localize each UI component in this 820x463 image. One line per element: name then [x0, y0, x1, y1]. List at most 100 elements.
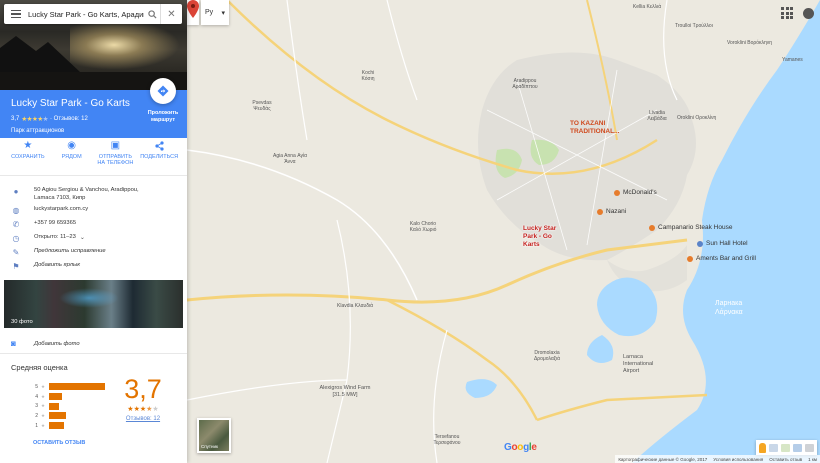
map-label-oroklini: Oroklini Οροκλίνη: [677, 115, 717, 121]
layer-thumb[interactable]: [781, 443, 790, 452]
star-icon: ★: [41, 383, 46, 389]
pegman-icon[interactable]: [759, 442, 766, 453]
satellite-label: Спутник: [201, 444, 218, 449]
language-value: Ру: [205, 9, 214, 16]
add-label-row[interactable]: ⚑ Добавить ярлык: [0, 262, 187, 276]
location-pin-icon[interactable]: [187, 0, 199, 18]
hotel-icon: [697, 241, 703, 248]
map-controls[interactable]: [756, 440, 817, 455]
poi-aments[interactable]: Aments Bar and Grill: [687, 255, 756, 263]
star-icon: ★: [41, 393, 46, 399]
poi-campanario[interactable]: Campanario Steak House: [649, 224, 732, 232]
suggest-edit-row[interactable]: ✎ Предложить исправление: [0, 248, 187, 262]
action-bar: ★ СОХРАНИТЬ ◉ РЯДОМ ▣ ОТПРАВИТЬ НА ТЕЛЕФ…: [0, 140, 187, 176]
poi-nazani[interactable]: Nazani: [597, 208, 626, 216]
divider: [0, 353, 187, 354]
nearby-button[interactable]: ◉ РЯДОМ: [52, 140, 92, 175]
directions-icon: [157, 85, 169, 97]
photo-strip[interactable]: 30 фото: [4, 280, 183, 328]
website-row[interactable]: ◍ luckystarpark.com.cy: [0, 206, 187, 220]
google-logo: Google: [504, 442, 537, 453]
star-icon: ★: [41, 412, 46, 418]
map-canvas[interactable]: ‹ Ру ▾ Kellia Κελλιά Troulloi Τρούλλοι V…: [187, 0, 820, 463]
place-panel: ✕ Lucky Star Park - Go Karts 3,7 ★★★★★ ·…: [0, 0, 187, 463]
add-photo-row[interactable]: ◙ Добавить фото: [11, 339, 80, 348]
layer-thumb[interactable]: [793, 443, 802, 452]
apps-grid-icon[interactable]: [781, 7, 793, 19]
search-input[interactable]: [28, 9, 144, 19]
reviews-count-link[interactable]: Отзывов: 12: [118, 416, 168, 422]
histogram-row: 2 ★: [33, 411, 108, 421]
hours-row[interactable]: ◷ Открыто: 11–23 ⌄: [0, 234, 187, 248]
poi-sun-hall[interactable]: Sun Hall Hotel: [697, 240, 748, 248]
histogram-bar: [49, 422, 65, 430]
map-label-troulloi: Troulloi Τρούλλοι: [675, 23, 713, 29]
map-label-tersefanou: Tersefanou Τερσεφάνου: [433, 434, 461, 447]
map-label-kalo-chorio: Kalo Chorio Καλό Χωριό: [409, 221, 437, 234]
poi-label: Campanario Steak House: [658, 224, 733, 231]
histogram-bar: [49, 393, 63, 401]
place-category[interactable]: Парк аттракционов: [11, 128, 177, 134]
address-text: 50 Agiou Sergiou & Vanchou, Aradippou, L…: [34, 187, 139, 201]
clock-icon: ◷: [12, 234, 20, 243]
poi-label: TO KAZANI TRADITIONAL...: [570, 120, 620, 136]
map-label-kellia: Kellia Κελλιά: [632, 4, 662, 10]
action-label: ОТПРАВИТЬ НА ТЕЛЕФОН: [97, 154, 134, 167]
chevron-down-icon[interactable]: ⌄: [80, 234, 85, 241]
layer-thumb[interactable]: [769, 443, 778, 452]
language-select[interactable]: Ру ▾: [201, 0, 229, 25]
poi-to-kazani[interactable]: TO KAZANI TRADITIONAL...: [570, 120, 636, 136]
pencil-icon: ✎: [12, 248, 20, 257]
website-link[interactable]: luckystarpark.com.cy: [34, 206, 88, 214]
poi-mcdonalds[interactable]: McDonald's: [614, 189, 657, 197]
rating-value: 3,7: [11, 116, 20, 122]
histogram-bar: [49, 402, 60, 410]
photo-count: 30 фото: [11, 319, 33, 325]
share-button[interactable]: ПОДЕЛИТЬСЯ: [139, 140, 179, 175]
directions-button[interactable]: [150, 78, 176, 104]
average-stars-icon: ★★★★★: [127, 406, 159, 413]
directions-label[interactable]: Проложить маршрут: [141, 110, 185, 123]
pin-label: Lucky Star Park - Go Karts: [523, 225, 557, 248]
poi-label: Aments Bar and Grill: [696, 255, 756, 262]
restaurant-icon: [687, 256, 693, 263]
menu-icon[interactable]: [4, 9, 28, 19]
phone-row[interactable]: ✆ +357 99 659365: [0, 220, 187, 234]
reviews-count-link[interactable]: · Отзывов: 12: [50, 116, 88, 122]
feedback-link[interactable]: Оставить отзыв: [769, 457, 802, 462]
camera-icon: ◙: [11, 339, 16, 348]
map-attribution: Картографические данные © Google, 2017 У…: [615, 455, 820, 463]
search-icon[interactable]: [144, 4, 160, 24]
average-rating-block: 3,7 ★★★★★ Отзывов: 12: [118, 376, 168, 423]
histogram-star-number: 1: [35, 422, 38, 429]
map-label-larnaca: Ларнака Λάρνακα: [715, 300, 743, 316]
avatar[interactable]: [803, 7, 814, 19]
layer-thumb[interactable]: [805, 443, 814, 452]
write-review-button[interactable]: ОСТАВИТЬ ОТЗЫВ: [33, 440, 85, 446]
poi-label: Nazani: [606, 208, 627, 215]
close-icon[interactable]: ✕: [160, 4, 182, 24]
map-label-yamanes: Yamanes: [782, 57, 803, 63]
histogram-row: 1 ★: [33, 421, 108, 431]
satellite-toggle[interactable]: Спутник: [197, 418, 231, 453]
histogram-star-number: 2: [35, 412, 38, 419]
rating-histogram: 5 ★ 4 ★ 3 ★ 2 ★ 1 ★: [33, 382, 108, 430]
attribution-copyright: Картографические данные © Google, 2017: [618, 456, 708, 462]
add-photo-link[interactable]: Добавить фото: [34, 341, 80, 347]
save-button[interactable]: ★ СОХРАНИТЬ: [8, 140, 48, 175]
map-label-aradippou: Aradippou Αραδίππου: [512, 78, 538, 91]
terms-link[interactable]: Условия использования: [713, 457, 763, 462]
hours-text: Открыто: 11–23: [34, 234, 76, 240]
map-label-livadia: Livadia Λειβάδια: [647, 110, 667, 123]
star-icon: ★: [41, 403, 46, 409]
add-label-link[interactable]: Добавить ярлык: [34, 262, 80, 270]
location-icon: ●: [13, 187, 19, 196]
address-row[interactable]: ● 50 Agiou Sergiou & Vanchou, Aradippou,…: [0, 184, 187, 206]
poi-label: Sun Hall Hotel: [706, 240, 748, 247]
suggest-edit-link[interactable]: Предложить исправление: [34, 248, 106, 256]
action-label: ПОДЕЛИТЬСЯ: [140, 154, 179, 160]
nearby-icon: ◉: [67, 140, 76, 152]
send-to-phone-button[interactable]: ▣ ОТПРАВИТЬ НА ТЕЛЕФОН: [95, 140, 135, 175]
histogram-bar: [49, 383, 105, 391]
map-label-klavdia: Klavdia Κλαυδιά: [337, 303, 373, 309]
